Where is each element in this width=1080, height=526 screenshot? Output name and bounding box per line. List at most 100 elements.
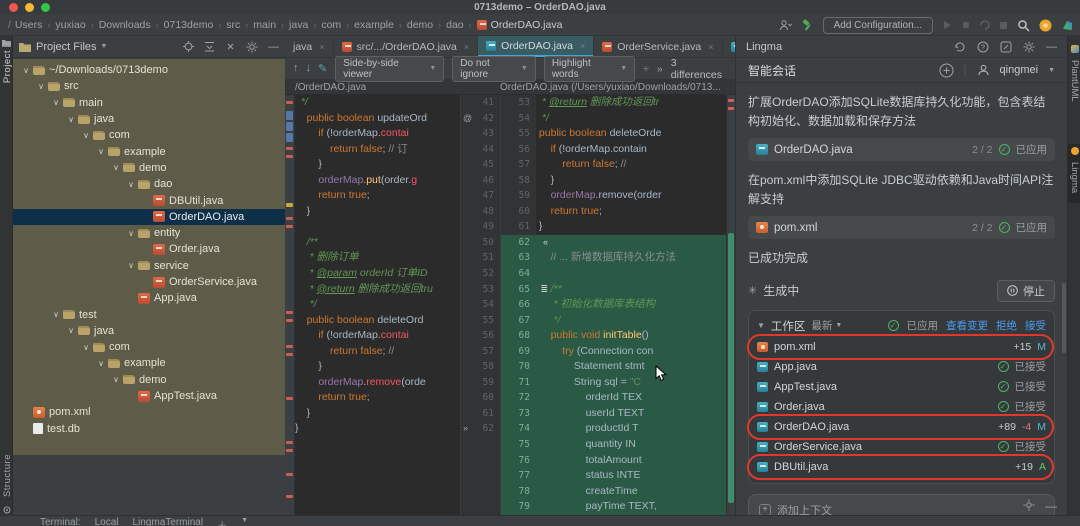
tree-item-test[interactable]: ∨ test [13, 306, 285, 322]
tree-chevron[interactable]: ∨ [21, 66, 31, 75]
accept-link[interactable]: 接受 [1025, 318, 1046, 333]
tree-item-dbutil-java[interactable]: DBUtil.java [13, 192, 285, 208]
tree-chevron[interactable]: ∨ [36, 82, 46, 91]
gear-icon[interactable] [1023, 41, 1035, 53]
lingma-plugin-icon[interactable] [1039, 19, 1052, 32]
breadcrumb-item[interactable]: main [253, 19, 276, 31]
workspace-file-dbutil-java[interactable]: DBUtil.java +19 A [747, 453, 1054, 480]
tree-item-dao[interactable]: ∨ dao [13, 176, 285, 192]
breadcrumb-item[interactable]: src [226, 19, 240, 31]
diff-left-pane[interactable]: */ public boolean updateOrd if (!orderMa… [295, 95, 460, 515]
tree-chevron[interactable]: ∨ [81, 343, 91, 352]
project-view-selector[interactable]: Project Files [36, 41, 97, 53]
breadcrumb-item[interactable]: yuxiao [55, 19, 85, 31]
collapse-all-icon[interactable] [225, 41, 236, 52]
workspace-file-order-java[interactable]: Order.java ✓ 已接受 [757, 397, 1046, 417]
breadcrumb-item[interactable]: example [354, 19, 394, 31]
workspace-file-apptest-java[interactable]: AppTest.java ✓ 已接受 [757, 377, 1046, 397]
expand-all-icon[interactable] [204, 41, 215, 52]
gear-icon[interactable] [1023, 499, 1035, 511]
more-actions-icon[interactable]: » [657, 63, 663, 75]
sync-scroll-icon[interactable]: ÷ [643, 63, 649, 75]
tree-item-java[interactable]: ∨ java [13, 111, 285, 127]
change-marker-strip[interactable] [285, 95, 295, 515]
breadcrumb-item[interactable]: Downloads [99, 19, 151, 31]
tree-chevron[interactable]: ∨ [81, 131, 91, 140]
chevron-down-icon[interactable]: ▼ [757, 321, 765, 330]
tree-item-service[interactable]: ∨ service [13, 258, 285, 274]
next-difference-icon[interactable]: ↓ [306, 62, 312, 75]
tool-tab-plantuml[interactable]: PlantUML [1068, 42, 1080, 106]
breadcrumb-item-current[interactable]: OrderDAO.java [476, 19, 562, 31]
tool-tab-lingma[interactable]: Lingma [1068, 144, 1080, 204]
new-terminal-icon[interactable]: ＋ [217, 517, 227, 526]
tree-item-order-java[interactable]: Order.java [13, 241, 285, 257]
workspace-file-app-java[interactable]: App.java ✓ 已接受 [757, 357, 1046, 377]
editor-tab-orderdao-java[interactable]: OrderDAO.java × [478, 36, 595, 57]
previous-difference-icon[interactable]: ↑ [293, 62, 299, 75]
highlight-mode-dropdown[interactable]: Highlight words ▼ [543, 55, 636, 82]
tree-item-apptest-java[interactable]: AppTest.java [13, 388, 285, 404]
terminal-tab-lingma[interactable]: LingmaTerminal [132, 517, 203, 526]
tree-chevron[interactable]: ∨ [111, 375, 121, 384]
plantuml-plugin-icon[interactable] [1061, 19, 1074, 32]
tree-chevron[interactable]: ∨ [51, 310, 61, 319]
editor-tab-src-orderdao-java[interactable]: src/.../OrderDAO.java × [334, 36, 479, 57]
tree-item-entity[interactable]: ∨ entity [13, 225, 285, 241]
editor-tab-dbutil-java[interactable]: DBUtil.java× [723, 36, 735, 57]
scrollbar-thumb[interactable] [1062, 283, 1066, 353]
tree-item-com[interactable]: ∨ com [13, 339, 285, 355]
file-card-pom[interactable]: pom.xml 2 / 2 ✓ 已应用 [748, 216, 1055, 240]
new-session-icon[interactable] [939, 63, 954, 78]
tool-tab-structure[interactable]: Structure [2, 454, 13, 497]
locate-file-icon[interactable] [183, 41, 194, 52]
breadcrumb-item[interactable]: dao [446, 19, 464, 31]
tree-item-example[interactable]: ∨ example [13, 143, 285, 159]
help-icon[interactable]: ? [977, 41, 989, 53]
hide-panel-icon[interactable]: — [1046, 41, 1057, 53]
hide-panel-icon[interactable]: — [268, 41, 279, 53]
tree-chevron[interactable]: ∨ [126, 180, 136, 189]
view-changes-link[interactable]: 查看变更 [946, 318, 988, 333]
chevron-down-icon[interactable]: ▼ [241, 517, 248, 524]
tree-item-test-db[interactable]: test.db [13, 421, 285, 437]
file-card-orderdao[interactable]: OrderDAO.java 2 / 2 ✓ 已应用 [748, 138, 1055, 162]
workspace-file-pom-xml[interactable]: pom.xml +15 M [747, 333, 1054, 360]
profile-icon[interactable] [779, 19, 792, 31]
tree-chevron[interactable]: ∨ [96, 359, 106, 368]
build-hammer-icon[interactable] [801, 18, 814, 32]
tree-item-main[interactable]: ∨ main [13, 95, 285, 111]
breadcrumb-item[interactable]: 0713demo [164, 19, 214, 31]
tree-item-src[interactable]: ∨ src [13, 78, 285, 94]
workspace-filter[interactable]: 最新 ▼ [811, 318, 842, 333]
tree-chevron[interactable]: ∨ [66, 326, 76, 335]
tree-chevron[interactable]: ∨ [51, 98, 61, 107]
tree-item-java[interactable]: ∨ java [13, 323, 285, 339]
breadcrumb-item[interactable]: java [289, 19, 308, 31]
tree-item-demo[interactable]: ∨ demo [13, 372, 285, 388]
breadcrumb-item[interactable]: demo [407, 19, 433, 31]
tree-item-orderservice-java[interactable]: OrderService.java [13, 274, 285, 290]
terminal-tab-local[interactable]: Local [95, 517, 119, 526]
workspace-file-orderdao-java[interactable]: OrderDAO.java +89 -4 M [747, 413, 1054, 440]
stop-icon[interactable] [999, 21, 1008, 30]
search-everywhere-icon[interactable] [1017, 19, 1030, 32]
tree-item-pom-xml[interactable]: pom.xml [13, 404, 285, 420]
coverage-icon[interactable] [980, 20, 990, 30]
edit-source-icon[interactable]: ✎ [318, 62, 327, 75]
editor-tab-java[interactable]: java × [285, 36, 334, 57]
tree-chevron[interactable]: ∨ [126, 261, 136, 270]
tree-item-orderdao-java[interactable]: OrderDAO.java [13, 208, 285, 225]
reject-link[interactable]: 拒绝 [996, 318, 1017, 333]
tree-chevron[interactable]: ∨ [126, 229, 136, 238]
collapse-icon[interactable]: — [1045, 499, 1057, 513]
tool-tab-project[interactable]: Project [2, 50, 13, 83]
history-icon[interactable] [954, 41, 966, 53]
breadcrumb-item[interactable]: Users [15, 19, 42, 31]
tree-item-example[interactable]: ∨ example [13, 355, 285, 371]
tree-chevron[interactable]: ∨ [66, 115, 76, 124]
viewer-mode-dropdown[interactable]: Side-by-side viewer ▼ [335, 55, 445, 82]
ignore-mode-dropdown[interactable]: Do not ignore ▼ [452, 55, 536, 82]
debug-icon[interactable] [961, 20, 971, 30]
gear-icon[interactable] [246, 41, 258, 53]
